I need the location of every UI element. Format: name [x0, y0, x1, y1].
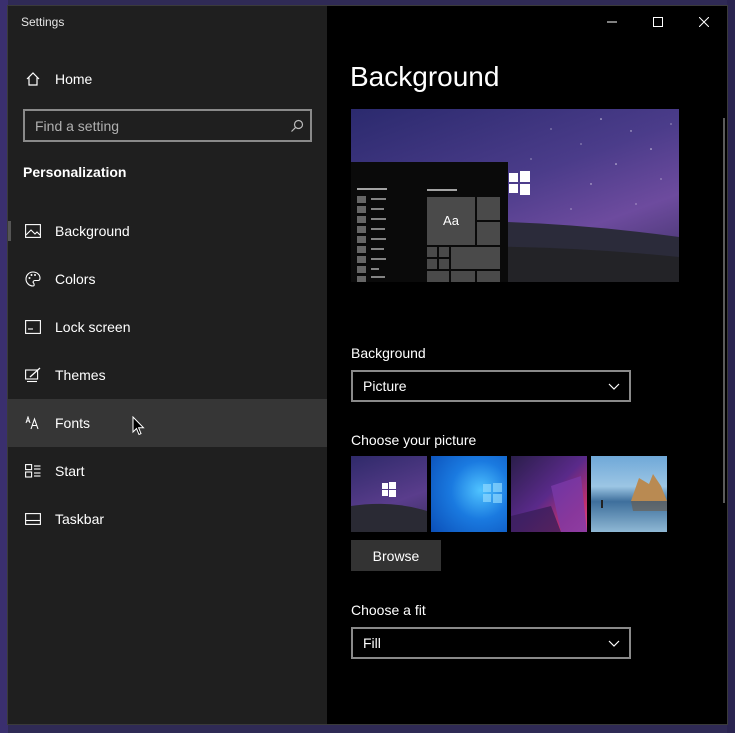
lock-screen-icon: [24, 318, 42, 336]
window-title: Settings: [21, 15, 65, 29]
sidebar-item-background[interactable]: Background: [8, 207, 327, 255]
picture-thumbnail[interactable]: [511, 456, 587, 532]
choose-fit-value: Fill: [363, 635, 381, 651]
settings-window: Settings Home Personalization Background: [7, 5, 728, 725]
home-icon: [24, 70, 42, 88]
chevron-down-icon: [608, 635, 620, 651]
main-content: Background Aa Background Picture Choose …: [327, 6, 727, 724]
sidebar-item-label: Fonts: [55, 415, 91, 431]
choose-picture-label: Choose your picture: [351, 432, 477, 448]
fonts-icon: [24, 414, 42, 432]
desktop-background-right: [727, 0, 735, 733]
sidebar: Settings Home Personalization Background: [8, 6, 327, 724]
sidebar-item-lock-screen[interactable]: Lock screen: [8, 303, 327, 351]
sidebar-item-label: Start: [55, 463, 85, 479]
scrollbar[interactable]: [723, 118, 725, 503]
minimize-button[interactable]: [589, 6, 635, 38]
background-preview: Aa: [351, 109, 679, 282]
sidebar-item-label: Colors: [55, 271, 96, 287]
sidebar-item-fonts[interactable]: Fonts: [8, 399, 327, 447]
sidebar-item-label: Themes: [55, 367, 106, 383]
sidebar-item-taskbar[interactable]: Taskbar: [8, 495, 327, 543]
start-icon: [24, 462, 42, 480]
home-label: Home: [55, 71, 93, 87]
chevron-down-icon: [608, 378, 620, 394]
search-input[interactable]: [25, 111, 284, 140]
themes-brush-icon: [24, 366, 42, 384]
mouse-cursor-icon: [132, 415, 145, 441]
picture-thumbnail[interactable]: [351, 456, 427, 532]
sidebar-item-colors[interactable]: Colors: [8, 255, 327, 303]
sidebar-nav: Background Colors Lock screen Themes Fon…: [8, 207, 327, 543]
search-box[interactable]: [23, 109, 312, 142]
search-icon[interactable]: [284, 119, 310, 133]
home-nav-item[interactable]: Home: [8, 62, 327, 96]
background-type-dropdown[interactable]: Picture: [351, 370, 631, 402]
sidebar-item-start[interactable]: Start: [8, 447, 327, 495]
sidebar-item-label: Background: [55, 223, 130, 239]
sidebar-item-themes[interactable]: Themes: [8, 351, 327, 399]
sidebar-item-label: Taskbar: [55, 511, 105, 527]
caption-buttons: [589, 6, 727, 38]
picture-thumbnails: [351, 456, 667, 532]
taskbar-icon: [24, 510, 42, 528]
picture-thumbnail[interactable]: [431, 456, 507, 532]
picture-icon: [24, 222, 42, 240]
close-button[interactable]: [681, 6, 727, 38]
preview-sample-text: Aa: [443, 213, 459, 228]
background-label: Background: [351, 345, 426, 361]
maximize-button[interactable]: [635, 6, 681, 38]
page-title: Background: [350, 61, 500, 92]
section-title: Personalization: [23, 164, 127, 180]
browse-button[interactable]: Browse: [351, 540, 441, 571]
choose-fit-dropdown[interactable]: Fill: [351, 627, 631, 659]
palette-icon: [24, 270, 42, 288]
picture-thumbnail[interactable]: [591, 456, 667, 532]
background-type-value: Picture: [363, 378, 407, 394]
sidebar-item-label: Lock screen: [55, 319, 131, 335]
choose-fit-label: Choose a fit: [351, 602, 426, 618]
